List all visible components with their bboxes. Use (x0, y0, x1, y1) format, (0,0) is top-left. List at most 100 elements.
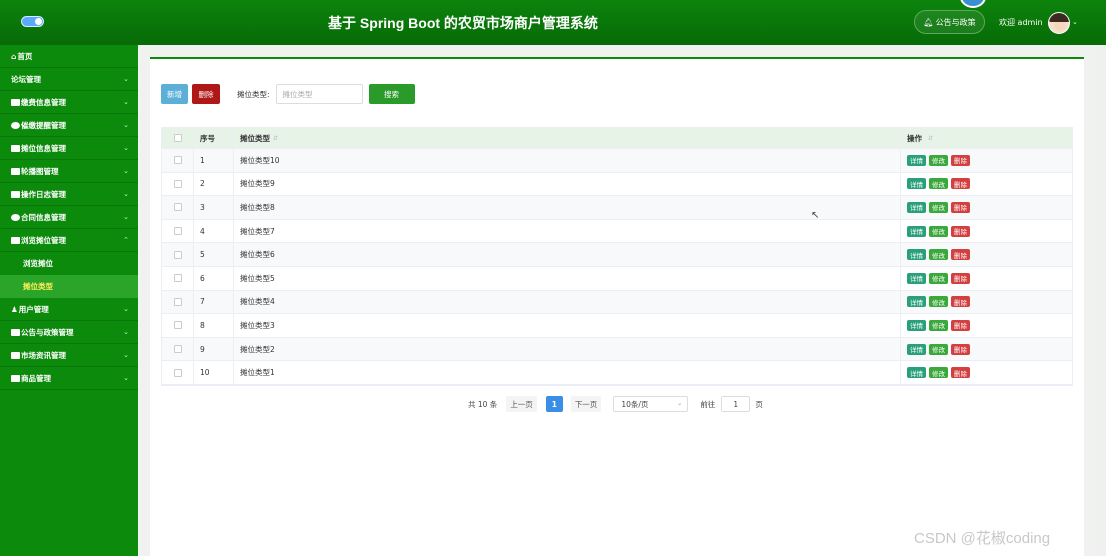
table-row: 5 摊位类型6 详情 修改 删除 (162, 243, 1072, 267)
sidebar-item-label: 轮播图管理 (21, 166, 59, 176)
stall-type-search-input[interactable]: 摊位类型 (275, 84, 363, 104)
sidebar-item-contract[interactable]: 合同信息管理 ⌄ (0, 206, 138, 229)
sidebar-item-label: 浏览摊位管理 (21, 235, 66, 245)
prev-page-button[interactable]: 上一页 (506, 396, 537, 412)
notice-button[interactable]: 🔔︎ 公告与政策 (914, 10, 985, 34)
row-checkbox[interactable] (173, 179, 182, 188)
edit-button[interactable]: 修改 (929, 154, 948, 166)
sidebar-item-reminder[interactable]: 催缴提醒管理 ⌄ (0, 114, 138, 137)
sidebar-item-stall-info[interactable]: 摊位信息管理 ⌄ (0, 137, 138, 160)
sidebar-item-log[interactable]: 操作日志管理 ⌄ (0, 183, 138, 206)
chevron-down-icon[interactable]: ⌄ (1072, 18, 1078, 26)
table-row: 3 摊位类型8 详情 修改 删除 (162, 196, 1072, 220)
row-checkbox[interactable] (173, 156, 182, 165)
row-checkbox[interactable] (173, 227, 182, 236)
header-type[interactable]: 摊位类型 ⇵ (234, 128, 901, 148)
goto-label: 前往 (700, 399, 716, 409)
search-button[interactable]: 搜索 (368, 84, 415, 104)
delete-button[interactable]: 删除 (192, 84, 220, 104)
stall-type-table: 序号 摊位类型 ⇵ 操作 ⇵ 1 摊位类型10 详情 修改 删除 2 摊位类型9 详情 修改 删除… (161, 127, 1073, 386)
row-checkbox[interactable] (173, 321, 182, 330)
store-icon (11, 144, 20, 152)
sidebar-item-label: 合同信息管理 (21, 212, 66, 222)
sort-icon[interactable]: ⇵ (273, 135, 278, 142)
detail-button[interactable]: 详情 (907, 249, 926, 261)
sidebar-item-notice[interactable]: 公告与政策管理 ⌄ (0, 321, 138, 344)
detail-button[interactable]: 详情 (907, 296, 926, 308)
sidebar-item-label: 首页 (17, 51, 33, 61)
page-size-select[interactable]: 10条/页 ⌄ (613, 396, 689, 412)
detail-button[interactable]: 详情 (907, 154, 926, 166)
goto-page-input[interactable]: 1 (721, 396, 751, 412)
row-checkbox[interactable] (173, 368, 182, 377)
header-actions-label: 操作 (907, 133, 922, 143)
detail-button[interactable]: 详情 (907, 201, 926, 213)
detail-button[interactable]: 详情 (907, 319, 926, 331)
row-index: 1 (194, 149, 234, 172)
remove-button[interactable]: 删除 (951, 154, 970, 166)
row-select-cell (162, 243, 194, 266)
row-actions: 详情 修改 删除 (901, 291, 1072, 314)
sidebar-item-browse-stall[interactable]: 浏览摊位管理 ⌃ (0, 229, 138, 252)
row-index: 10 (194, 361, 234, 384)
remove-button[interactable]: 删除 (951, 178, 970, 190)
detail-button[interactable]: 详情 (907, 272, 926, 284)
detail-button[interactable]: 详情 (907, 367, 926, 379)
edit-button[interactable]: 修改 (929, 319, 948, 331)
detail-button[interactable]: 详情 (907, 178, 926, 190)
edit-button[interactable]: 修改 (929, 367, 948, 379)
remove-button[interactable]: 删除 (951, 367, 970, 379)
select-all-checkbox[interactable] (173, 134, 182, 142)
edit-button[interactable]: 修改 (929, 201, 948, 213)
detail-button[interactable]: 详情 (907, 343, 926, 355)
remove-button[interactable]: 删除 (951, 225, 970, 237)
row-select-cell (162, 290, 194, 314)
edit-button[interactable]: 修改 (929, 178, 948, 190)
sidebar-item-home[interactable]: ⌂ 首页 (0, 45, 138, 68)
row-checkbox[interactable] (173, 250, 182, 259)
edit-button[interactable]: 修改 (929, 343, 948, 355)
sort-icon[interactable]: ⇵ (928, 135, 933, 142)
remove-button[interactable]: 删除 (951, 343, 970, 355)
chevron-down-icon: ⌄ (123, 328, 129, 336)
remove-button[interactable]: 删除 (951, 272, 970, 284)
edit-button[interactable]: 修改 (929, 249, 948, 261)
row-select-cell (162, 266, 194, 290)
next-page-button[interactable]: 下一页 (570, 396, 602, 412)
sidebar-item-carousel[interactable]: 轮播图管理 ⌄ (0, 160, 138, 183)
welcome-text: 欢迎 admin (999, 18, 1043, 27)
remove-button[interactable]: 删除 (951, 201, 970, 213)
sidebar-item-payment[interactable]: 缴费信息管理 ⌄ (0, 91, 138, 114)
table-row: 7 摊位类型4 详情 修改 删除 (162, 290, 1072, 315)
page-number-current[interactable]: 1 (545, 396, 563, 412)
detail-button[interactable]: 详情 (907, 225, 926, 237)
row-checkbox[interactable] (173, 297, 182, 306)
add-button[interactable]: 新增 (161, 84, 188, 104)
row-index: 3 (194, 196, 234, 219)
toolbar: 新增 删除 摊位类型: 摊位类型 搜索 (161, 83, 415, 105)
sidebar-item-goods[interactable]: 商品管理 ⌄ (0, 367, 138, 390)
row-actions: 详情 修改 删除 (901, 149, 1072, 172)
row-checkbox[interactable] (173, 203, 182, 212)
home-icon: ⌂ (11, 51, 17, 61)
avatar[interactable] (1048, 12, 1070, 34)
sidebar-item-news[interactable]: 市场资讯管理 ⌄ (0, 344, 138, 367)
row-checkbox[interactable] (173, 274, 182, 283)
sidebar-subitem-stall-type[interactable]: 摊位类型 (0, 275, 138, 298)
row-type: 摊位类型8 (234, 196, 901, 219)
row-checkbox[interactable] (173, 345, 182, 354)
top-header: 基于 Spring Boot 的农贸市场商户管理系统 🔔︎ 公告与政策 欢迎 a… (0, 0, 1106, 45)
sidebar-item-users[interactable]: ♟ 用户管理 ⌄ (0, 298, 138, 321)
floating-badge-icon (960, 0, 986, 8)
browse-icon (11, 236, 20, 244)
edit-button[interactable]: 修改 (929, 272, 948, 284)
edit-button[interactable]: 修改 (929, 296, 948, 308)
sidebar-subitem-browse-stall[interactable]: 浏览摊位 (0, 252, 138, 275)
user-icon: ♟ (11, 304, 18, 314)
remove-button[interactable]: 删除 (951, 249, 970, 261)
remove-button[interactable]: 删除 (951, 319, 970, 331)
edit-button[interactable]: 修改 (929, 225, 948, 237)
page-scrollbar[interactable] (1096, 45, 1106, 556)
remove-button[interactable]: 删除 (951, 296, 970, 308)
sidebar-item-forum[interactable]: 论坛管理 ⌄ (0, 68, 138, 91)
